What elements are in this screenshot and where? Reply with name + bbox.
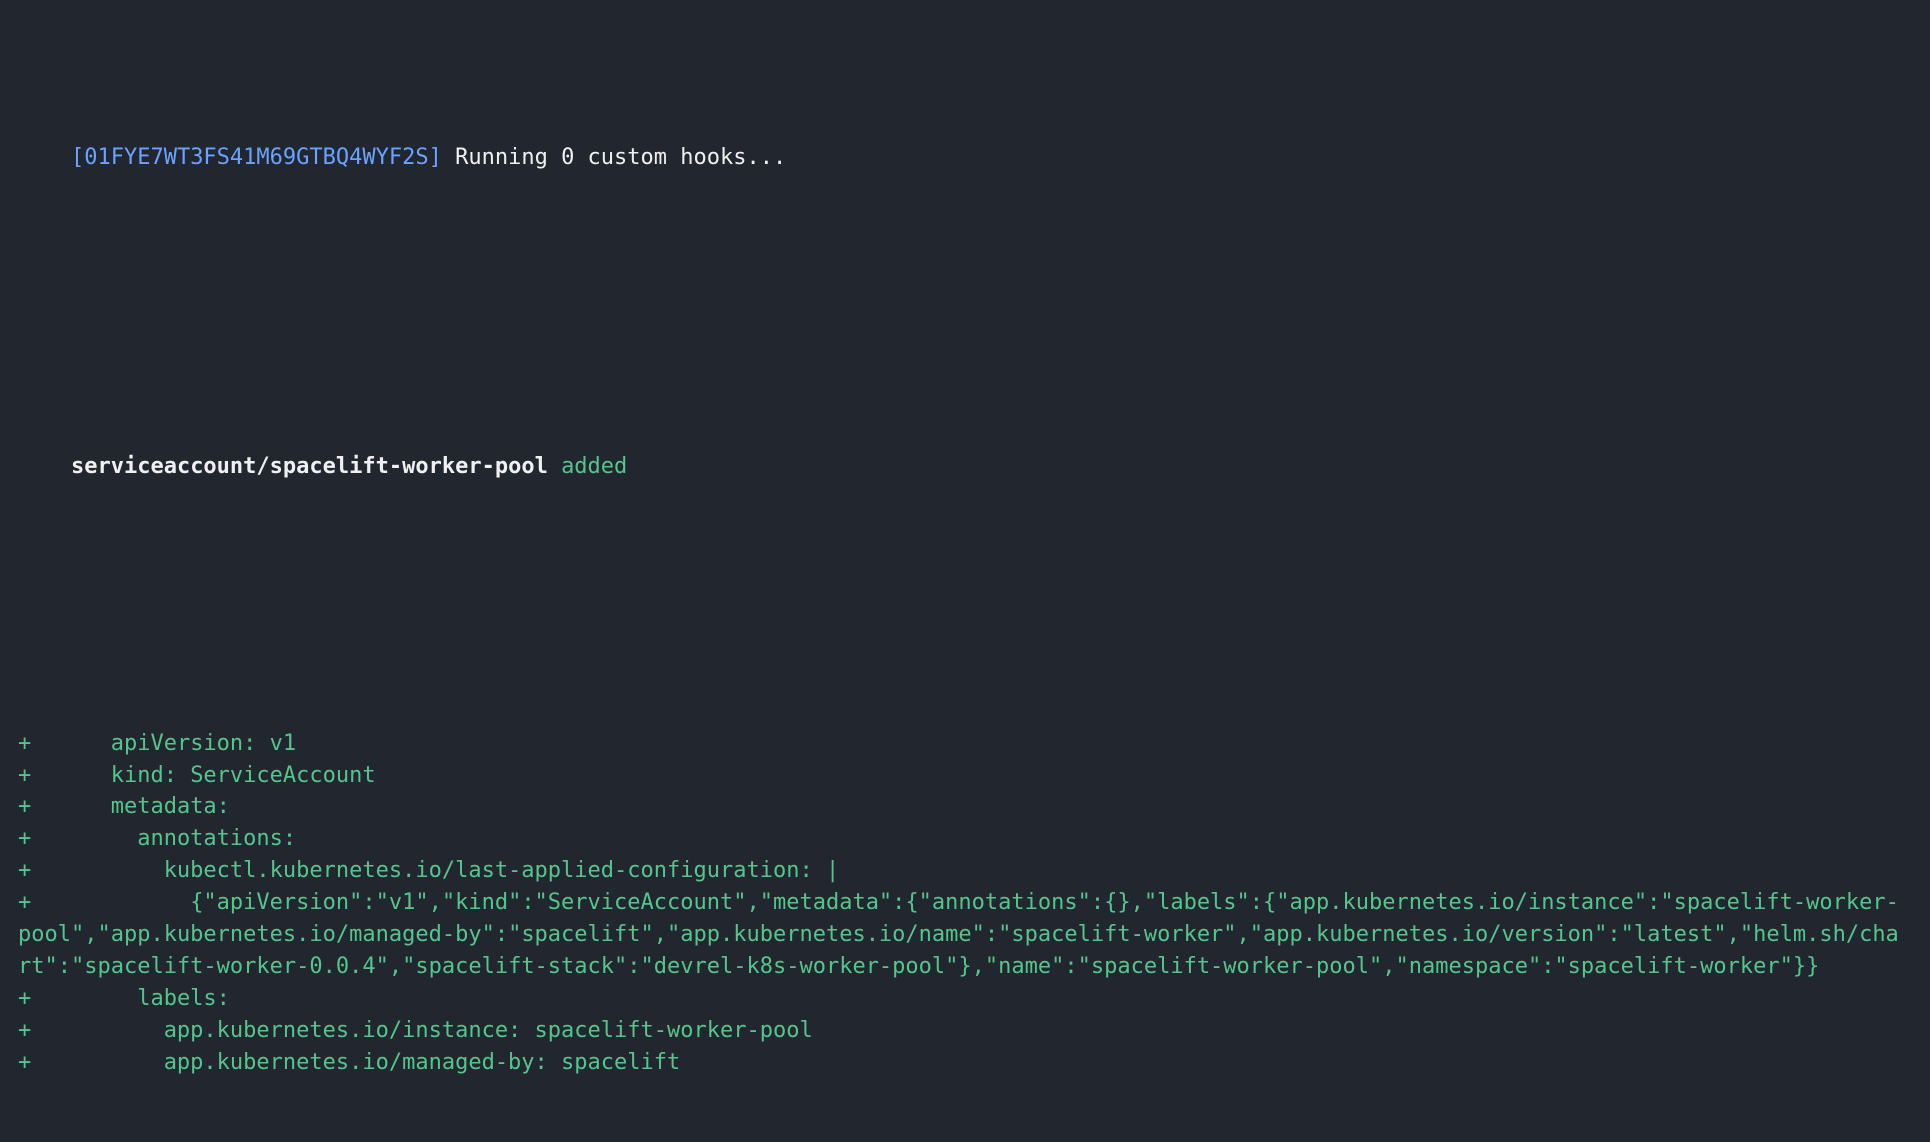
diff-indent bbox=[31, 791, 110, 823]
resource-line: serviceaccount/spacelift-worker-pool add… bbox=[18, 419, 1912, 515]
resource-path: serviceaccount/spacelift-worker-pool bbox=[71, 454, 548, 479]
diff-indent bbox=[31, 855, 163, 887]
hooks-message: Running 0 custom hooks... bbox=[455, 145, 786, 170]
diff-plus: + bbox=[18, 760, 31, 792]
run-id: [01FYE7WT3FS41M69GTBQ4WYF2S] bbox=[71, 145, 442, 170]
diff-plus: + bbox=[18, 823, 31, 855]
diff-text: apiVersion: v1 bbox=[111, 731, 296, 756]
diff-plus: + bbox=[18, 983, 31, 1015]
diff-text: kubectl.kubernetes.io/last-applied-confi… bbox=[164, 858, 840, 883]
diff-text: app.kubernetes.io/managed-by: spacelift bbox=[164, 1050, 681, 1075]
resource-status: added bbox=[561, 454, 627, 479]
diff-plus: + bbox=[18, 887, 31, 919]
diff-text: {"apiVersion":"v1","kind":"ServiceAccoun… bbox=[18, 890, 1899, 979]
diff-block: + apiVersion: v1+ kind: ServiceAccount+ … bbox=[18, 728, 1912, 1079]
diff-plus: + bbox=[18, 1015, 31, 1047]
diff-line: + apiVersion: v1 bbox=[18, 728, 1912, 760]
diff-line: + labels: bbox=[18, 983, 1912, 1015]
diff-text: app.kubernetes.io/instance: spacelift-wo… bbox=[164, 1018, 813, 1043]
diff-line: + annotations: bbox=[18, 823, 1912, 855]
diff-plus: + bbox=[18, 855, 31, 887]
hooks-line: [01FYE7WT3FS41M69GTBQ4WYF2S] Running 0 c… bbox=[18, 110, 1912, 206]
diff-line: + app.kubernetes.io/managed-by: spacelif… bbox=[18, 1047, 1912, 1079]
diff-text: labels: bbox=[137, 986, 230, 1011]
diff-text: kind: ServiceAccount bbox=[111, 763, 376, 788]
diff-text: metadata: bbox=[111, 794, 230, 819]
diff-line: + metadata: bbox=[18, 791, 1912, 823]
diff-indent bbox=[31, 728, 110, 760]
diff-indent bbox=[31, 1015, 163, 1047]
diff-line: + kind: ServiceAccount bbox=[18, 760, 1912, 792]
diff-plus: + bbox=[18, 1047, 31, 1079]
diff-plus: + bbox=[18, 728, 31, 760]
diff-indent bbox=[31, 760, 110, 792]
diff-indent bbox=[31, 887, 190, 919]
blank-line bbox=[18, 301, 1912, 323]
diff-line: + {"apiVersion":"v1","kind":"ServiceAcco… bbox=[18, 887, 1912, 983]
diff-indent bbox=[31, 823, 137, 855]
diff-indent bbox=[31, 983, 137, 1015]
blank-line bbox=[18, 610, 1912, 632]
diff-line: + kubectl.kubernetes.io/last-applied-con… bbox=[18, 855, 1912, 887]
diff-indent bbox=[31, 1047, 163, 1079]
diff-plus: + bbox=[18, 791, 31, 823]
diff-text: annotations: bbox=[137, 826, 296, 851]
diff-line: + app.kubernetes.io/instance: spacelift-… bbox=[18, 1015, 1912, 1047]
terminal-output: [01FYE7WT3FS41M69GTBQ4WYF2S] Running 0 c… bbox=[0, 0, 1930, 1142]
